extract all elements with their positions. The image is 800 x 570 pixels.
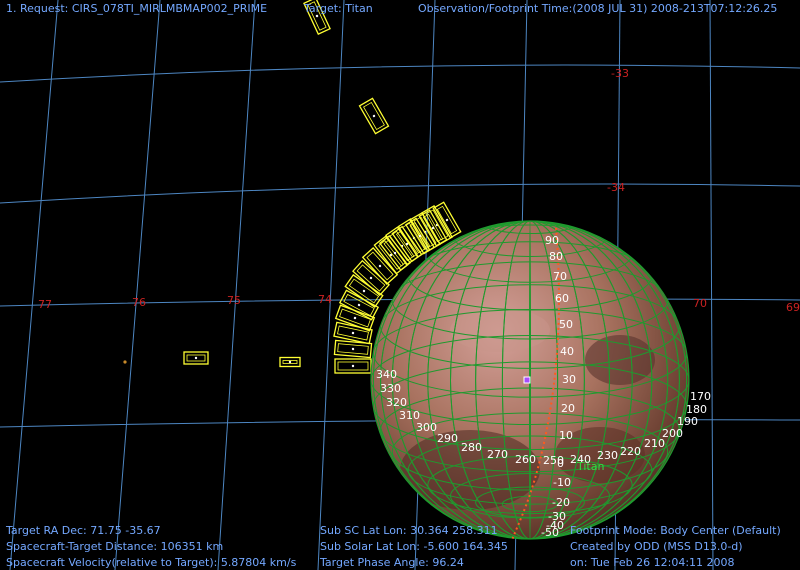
parallel-line [502,199,557,214]
ra-label: 69 [786,301,800,314]
footprint [344,274,384,308]
longitude-label: 180 [686,403,707,416]
grid-line [0,64,800,83]
sub-spacecraft-marker [523,376,531,384]
grid-line [709,0,714,570]
ra-label: 76 [132,296,146,309]
latitude-label: -50 [541,526,559,539]
grid-line [317,0,345,570]
footprint [385,226,419,266]
target-label: Target: Titan [304,2,373,15]
footprint-cluster [183,351,209,365]
footprint [432,201,462,239]
observation-view[interactable]: -33 -34 77 76 75 74 70 69 90 80 70 60 50 40 30 20 10 0 -1… [0,0,800,570]
ra-label: 70 [693,297,707,310]
latitude-label: -10 [553,476,571,489]
footprint [279,356,301,368]
latitude-label: 50 [559,318,573,331]
dec-label: -34 [607,181,625,194]
grid-line [114,0,161,570]
sub-solar-lat-lon: Sub Solar Lat Lon: -5.600 164.345 [320,540,508,553]
longitude-label: 270 [487,448,508,461]
ra-dec-grid [0,0,800,570]
longitude-label: 280 [461,441,482,454]
footprint [333,339,373,359]
target-ra-dec: Target RA Dec: 71.75 -35.67 [6,524,161,537]
longitude-label: 190 [677,415,698,428]
ra-label: 74 [318,293,332,306]
latitude-label: 90 [545,234,559,247]
longitude-label: 290 [437,432,458,445]
observation-time: Observation/Footprint Time:(2008 JUL 31)… [418,2,778,15]
latitude-label: 10 [559,429,573,442]
grid-line [217,0,256,570]
longitude-label: 340 [376,368,397,381]
longitude-label: 200 [662,427,683,440]
body-name-label: Titan [576,460,604,473]
dec-label: -33 [611,67,629,80]
latitude-label: 60 [555,292,569,305]
longitude-label: 320 [386,396,407,409]
latitude-label: 40 [560,345,574,358]
created-by: Created by ODD (MSS D13.0-d) [570,540,743,553]
latitude-label: 20 [561,402,575,415]
sky-grid: -33-3477 76 75 74 70 69 9080706050403020100-1… [0,0,800,570]
latitude-label: -20 [552,496,570,509]
grid-line [9,0,59,570]
footprint [358,97,390,135]
footprint-mode: Footprint Mode: Body Center (Default) [570,524,781,537]
request-label: 1. Request: CIRS_078TI_MIRLMBMAP002_PRIM… [6,2,268,15]
longitude-label: 300 [416,421,437,434]
longitude-label: 170 [690,390,711,403]
spacecraft-target-distance: Spacecraft-Target Distance: 106351 km [6,540,224,553]
latitude-label: 30 [562,373,576,386]
latitude-label: 80 [549,250,563,263]
longitude-label: 330 [380,382,401,395]
grid-line [0,183,800,204]
longitude-label: 220 [620,445,641,458]
created-on: on: Tue Feb 26 12:04:11 2008 [570,556,735,569]
longitude-label: 250 [543,454,564,467]
footprint [334,358,372,374]
sub-sc-lat-lon: Sub SC Lat Lon: 30.364 258.311 [320,524,498,537]
spacecraft-velocity: Spacecraft Velocity(relative to Target):… [6,556,297,569]
ra-label: 77 [38,298,52,311]
longitude-label: 260 [515,453,536,466]
latitude-label: 70 [553,270,567,283]
star-point [123,360,127,364]
ra-label: 75 [227,294,241,307]
target-phase-angle: Target Phase Angle: 96.24 [320,556,464,569]
